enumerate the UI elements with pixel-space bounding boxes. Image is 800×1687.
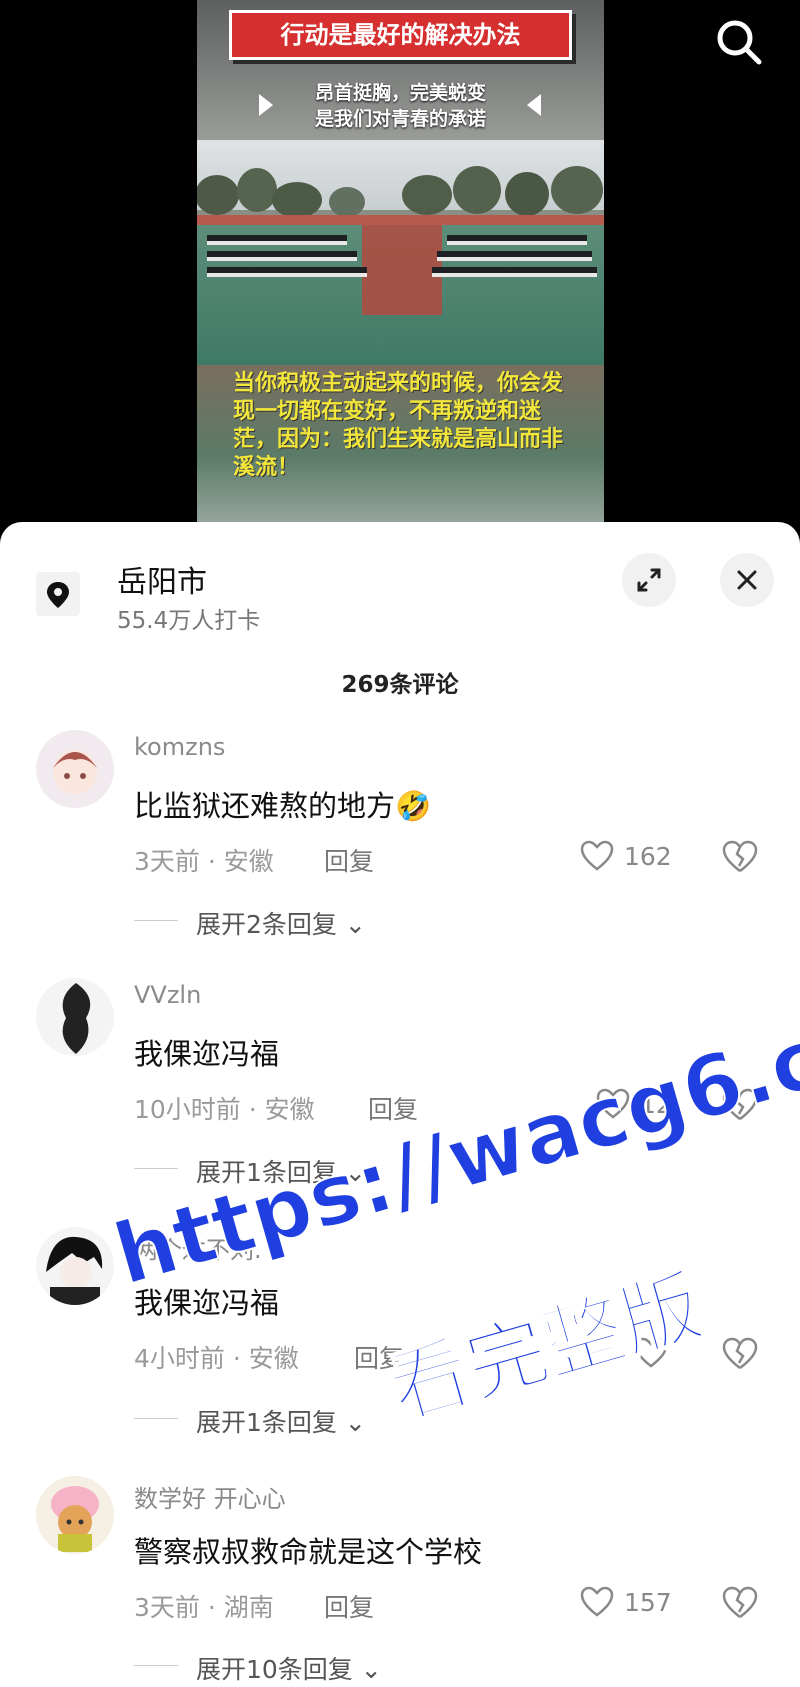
comment-text: 我倮迩冯福 bbox=[134, 1286, 280, 1320]
video-title: 行动是最好的解决办法 bbox=[229, 10, 572, 60]
video-trees bbox=[197, 166, 604, 230]
chevron-down-icon: ⌄ bbox=[344, 910, 366, 939]
video-frame[interactable]: 行动是最好的解决办法 昂首挺胸，完美蜕变 是我们对青春的承诺 当你积极主动起来的… bbox=[197, 0, 604, 530]
comment-meta: 10小时前 · 安徽 bbox=[134, 1095, 315, 1124]
like-count: 157 bbox=[624, 1588, 672, 1617]
search-icon[interactable] bbox=[715, 18, 763, 66]
expand-button[interactable] bbox=[622, 553, 676, 607]
expand-replies-label: 展开1条回复 bbox=[196, 1158, 337, 1187]
reply-button[interactable]: 回复 bbox=[354, 1339, 404, 1375]
divider bbox=[134, 1168, 178, 1169]
avatar[interactable] bbox=[36, 1227, 114, 1305]
dislike-icon[interactable] bbox=[722, 1586, 758, 1620]
divider bbox=[134, 1418, 178, 1419]
comment-username[interactable]: 数学好 开心心 bbox=[134, 1479, 286, 1514]
subtitle-line-1: 昂首挺胸，完美蜕变 bbox=[314, 82, 486, 104]
video-area[interactable]: 行动是最好的解决办法 昂首挺胸，完美蜕变 是我们对青春的承诺 当你积极主动起来的… bbox=[0, 0, 800, 530]
reply-button[interactable]: 回复 bbox=[324, 842, 374, 878]
comment-text: 比监狱还难熬的地方🤣 bbox=[134, 789, 432, 823]
avatar[interactable] bbox=[36, 730, 114, 808]
comment-text: 我倮迩冯福 bbox=[134, 1037, 280, 1071]
like-count: 162 bbox=[624, 842, 672, 871]
expand-replies[interactable]: 展开10条回复 ⌄ bbox=[196, 1650, 382, 1686]
comment-meta: 3天前 · 湖南 bbox=[134, 1593, 274, 1622]
dislike-icon[interactable] bbox=[722, 1088, 758, 1122]
heart-icon[interactable] bbox=[580, 840, 614, 872]
chevron-down-icon: ⌄ bbox=[344, 1158, 366, 1187]
chevron-down-icon: ⌄ bbox=[344, 1408, 366, 1437]
location-city[interactable]: 岳阳市 bbox=[117, 557, 207, 601]
expand-replies[interactable]: 展开2条回复 ⌄ bbox=[196, 905, 366, 941]
video-caption: 当你积极主动起来的时候，你会发现一切都在变好，不再叛逆和迷茫，因为：我们生来就是… bbox=[233, 371, 564, 480]
expand-replies[interactable]: 展开1条回复 ⌄ bbox=[196, 1403, 366, 1439]
expand-replies-label: 展开2条回复 bbox=[196, 910, 337, 939]
comment-count: 269条评论 bbox=[341, 672, 459, 698]
subtitle-line-2: 是我们对青春的承诺 bbox=[314, 108, 486, 130]
avatar[interactable] bbox=[36, 1476, 114, 1554]
dislike-icon[interactable] bbox=[722, 840, 758, 874]
video-students bbox=[207, 235, 597, 277]
comment-meta: 3天前 · 安徽 bbox=[134, 847, 274, 876]
reply-button[interactable]: 回复 bbox=[324, 1588, 374, 1624]
dislike-icon[interactable] bbox=[722, 1337, 758, 1371]
close-button[interactable] bbox=[720, 553, 774, 607]
expand-replies[interactable]: 展开1条回复 ⌄ bbox=[196, 1153, 366, 1189]
comment-username[interactable]: 两个达不刘. bbox=[134, 1230, 262, 1265]
location-pin-icon bbox=[36, 572, 80, 616]
divider bbox=[134, 1665, 178, 1666]
comment-meta: 4小时前 · 安徽 bbox=[134, 1344, 299, 1373]
comment-text: 警察叔叔救命就是这个学校 bbox=[134, 1535, 483, 1569]
divider bbox=[134, 920, 178, 921]
heart-icon[interactable] bbox=[580, 1586, 614, 1618]
close-icon bbox=[737, 570, 757, 590]
expand-replies-label: 展开1条回复 bbox=[196, 1408, 337, 1437]
video-subtitle: 昂首挺胸，完美蜕变 是我们对青春的承诺 bbox=[197, 80, 604, 132]
reply-button[interactable]: 回复 bbox=[368, 1090, 418, 1126]
expand-replies-label: 展开10条回复 bbox=[196, 1655, 353, 1684]
comment-username[interactable]: VVzln bbox=[134, 981, 201, 1009]
comment-username[interactable]: komzns bbox=[134, 733, 225, 761]
expand-icon bbox=[637, 568, 661, 592]
like-count: 12 bbox=[640, 1090, 672, 1119]
heart-icon[interactable] bbox=[596, 1088, 630, 1120]
avatar[interactable] bbox=[36, 978, 114, 1056]
heart-icon[interactable] bbox=[634, 1337, 668, 1369]
chevron-down-icon: ⌄ bbox=[360, 1655, 382, 1684]
location-checkins: 55.4万人打卡 bbox=[117, 608, 261, 634]
